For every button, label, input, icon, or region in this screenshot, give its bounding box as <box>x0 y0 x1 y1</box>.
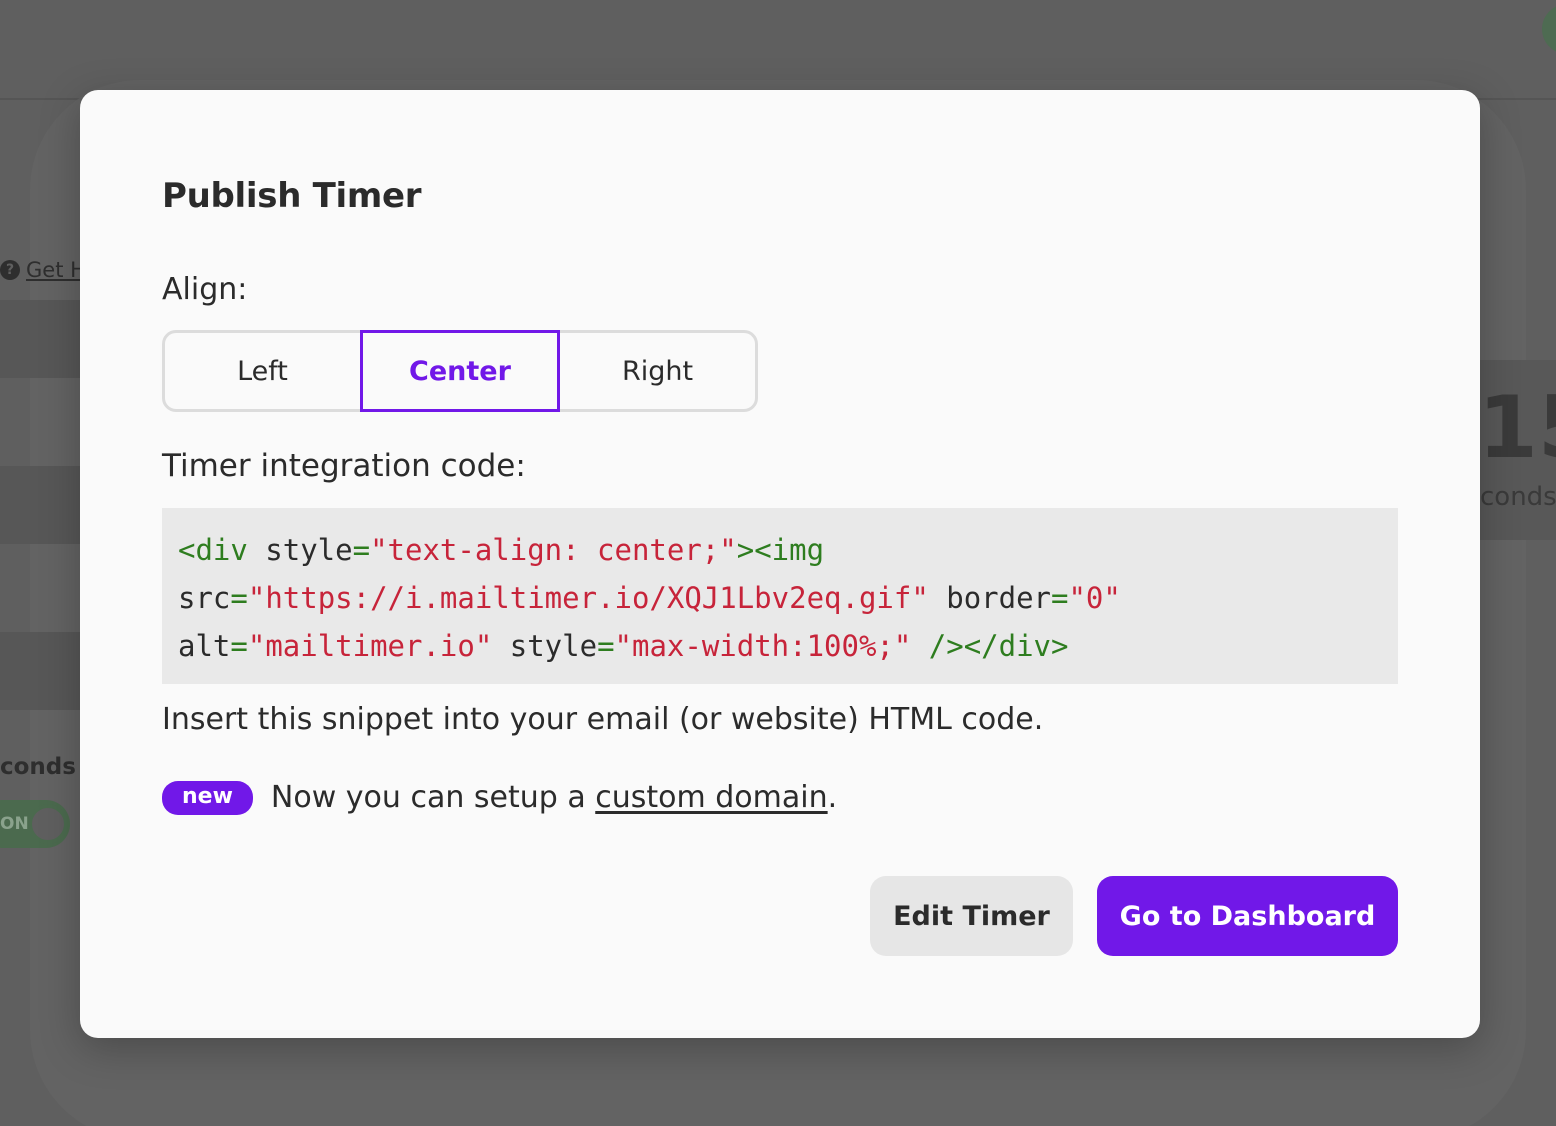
code-token: "text-align: center;" <box>370 533 737 567</box>
code-token: "0" <box>1068 581 1121 615</box>
insert-instructions: Insert this snippet into your email (or … <box>162 702 1044 737</box>
custom-domain-link[interactable]: custom domain <box>595 780 827 815</box>
code-token: = <box>230 581 248 615</box>
background-toggle: ON <box>0 800 70 848</box>
code-token: src <box>178 581 231 615</box>
code-token: = <box>230 629 248 663</box>
edit-timer-button[interactable]: Edit Timer <box>870 876 1073 956</box>
code-token: = <box>352 533 371 567</box>
background-help-link: ? Get H <box>0 258 86 282</box>
code-token: "max-width:100%;" <box>614 629 912 663</box>
align-label: Align: <box>162 272 248 307</box>
background-toggle-label: ON <box>0 814 29 834</box>
code-token: /></div> <box>911 629 1069 663</box>
integration-code-label: Timer integration code: <box>162 448 526 484</box>
help-icon: ? <box>0 260 20 280</box>
background-row <box>0 466 80 544</box>
code-token: style <box>492 629 598 663</box>
code-token: border <box>928 581 1051 615</box>
code-token: alt <box>178 629 231 663</box>
align-left-button[interactable]: Left <box>165 333 360 409</box>
background-row <box>0 300 80 378</box>
background-row <box>0 632 80 710</box>
code-token: style <box>247 533 353 567</box>
code-token: <div <box>178 533 248 567</box>
new-badge: new <box>162 780 253 815</box>
custom-domain-text: Now you can setup a custom domain. <box>271 780 837 815</box>
background-avatar <box>1542 4 1556 54</box>
custom-domain-notice: new Now you can setup a custom domain. <box>162 780 837 815</box>
background-seconds-label: conds <box>0 754 76 780</box>
code-token: = <box>597 629 615 663</box>
background-timer-number: 15 <box>1478 378 1556 478</box>
background-help-label: Get H <box>26 258 86 282</box>
code-token: ><img <box>736 533 825 567</box>
background-toggle-knob <box>28 804 68 844</box>
custom-domain-suffix: . <box>827 780 838 815</box>
integration-code-block[interactable]: <div style="text-align: center;"><img sr… <box>162 508 1398 684</box>
custom-domain-prefix: Now you can setup a <box>270 780 596 815</box>
publish-timer-modal: Publish Timer Align: Left Center Right T… <box>80 90 1480 1038</box>
align-right-button[interactable]: Right <box>560 333 755 409</box>
align-center-button[interactable]: Center <box>360 330 560 412</box>
code-token: "https://i.mailtimer.io/XQJ1Lbv2eq.gif" <box>247 581 929 615</box>
code-token: "mailtimer.io" <box>247 629 493 663</box>
background-timer-unit: conds <box>1480 482 1556 512</box>
code-token: = <box>1051 581 1069 615</box>
go-to-dashboard-button[interactable]: Go to Dashboard <box>1097 876 1398 956</box>
align-segmented-control: Left Center Right <box>162 330 758 412</box>
modal-title: Publish Timer <box>162 176 422 216</box>
